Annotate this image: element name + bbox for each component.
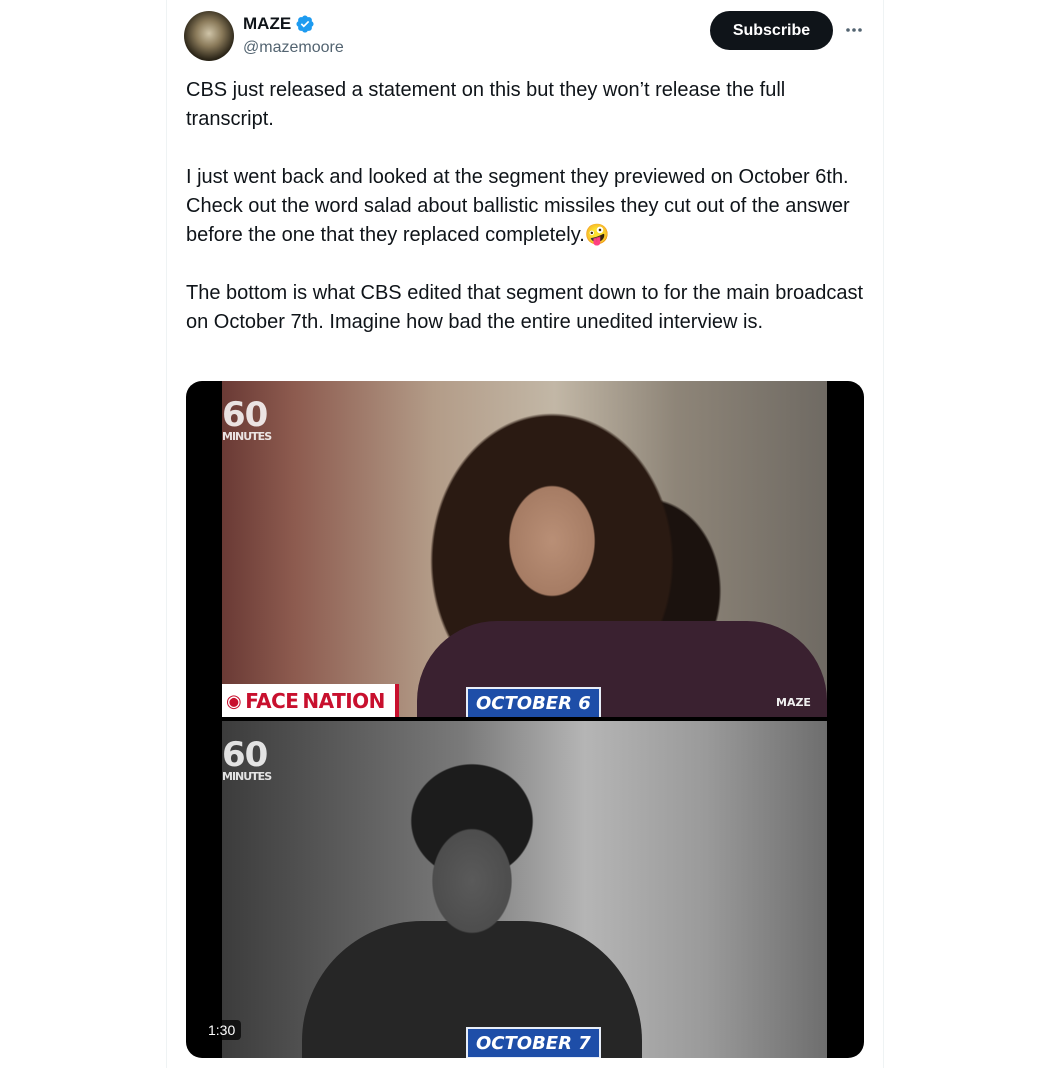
more-options-button[interactable] bbox=[840, 16, 868, 44]
avatar[interactable] bbox=[184, 11, 234, 61]
sixty-minutes-logo: 60 MINUTES bbox=[222, 395, 272, 443]
tweet-paragraph: CBS just released a statement on this bu… bbox=[186, 79, 786, 130]
author-handle[interactable]: @mazemoore bbox=[243, 39, 344, 57]
video-duration: 1:30 bbox=[202, 1020, 242, 1040]
author-display-name[interactable]: MAZE bbox=[243, 14, 291, 34]
program-name: FACE bbox=[245, 689, 299, 713]
video-player[interactable]: 60 MINUTES ◉ FACE NATION OCTOBER 6 MAZE … bbox=[186, 381, 864, 1058]
date-badge-bottom: OCTOBER 7 bbox=[466, 1027, 601, 1058]
interviewer-figure bbox=[372, 761, 572, 991]
tweet-text: CBS just released a statement on this bu… bbox=[186, 76, 866, 366]
video-frame-bottom: 60 MINUTES OCTOBER 7 bbox=[222, 721, 827, 1058]
tweet-paragraph: The bottom is what CBS edited that segme… bbox=[186, 282, 864, 333]
program-name-suffix: NATION bbox=[302, 689, 385, 713]
date-badge-top: OCTOBER 6 bbox=[466, 687, 601, 717]
tweet-paragraph: I just went back and looked at the segme… bbox=[186, 166, 850, 246]
verified-badge-icon bbox=[296, 15, 314, 33]
video-frame-top: 60 MINUTES ◉ FACE NATION OCTOBER 6 MAZE bbox=[222, 381, 827, 717]
watermark: MAZE bbox=[776, 696, 811, 709]
subscribe-button[interactable]: Subscribe bbox=[710, 11, 833, 50]
sixty-minutes-logo: 60 MINUTES bbox=[222, 735, 272, 783]
author-name-row[interactable]: MAZE bbox=[243, 14, 315, 34]
cbs-eye-icon: ◉ bbox=[226, 690, 242, 712]
face-the-nation-logo: ◉ FACE NATION bbox=[222, 684, 399, 717]
more-icon bbox=[846, 28, 862, 32]
